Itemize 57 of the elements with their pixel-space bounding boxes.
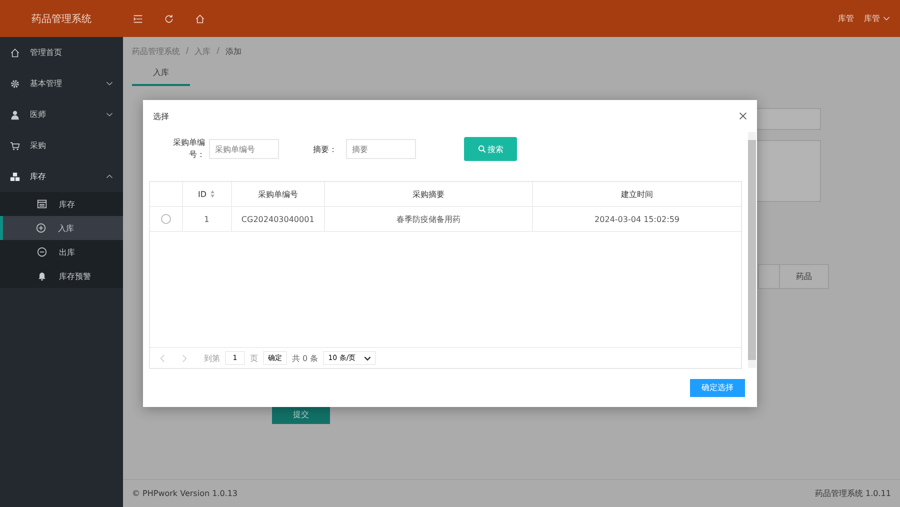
- sidebar-item[interactable]: 采购: [0, 130, 123, 161]
- page-unit-label: 页: [250, 352, 258, 364]
- cubes-icon: [10, 172, 20, 182]
- goto-label: 到第: [204, 352, 220, 364]
- home-icon: [10, 48, 20, 58]
- table-cell: 1: [182, 207, 232, 231]
- chevron-down-icon: [883, 16, 890, 21]
- filter-label: 采购单编号：: [172, 137, 205, 161]
- scrollbar[interactable]: [748, 132, 756, 368]
- chevron-down-icon[interactable]: [106, 112, 113, 117]
- home-icon[interactable]: [195, 14, 205, 24]
- sidebar-subitem[interactable]: 库存预警: [0, 264, 123, 288]
- user-menu[interactable]: 库管: [864, 13, 890, 24]
- total-count: 共 0 条: [292, 352, 318, 364]
- filter-field[interactable]: 采购单编号: [209, 139, 279, 159]
- filter-field[interactable]: 摘要: [346, 139, 416, 159]
- table-header-cell-text: 建立时间: [620, 188, 654, 200]
- bell-icon: [37, 271, 47, 281]
- table-header-cell: 药品: [779, 264, 829, 289]
- table-header-cell: 采购摘要: [325, 182, 534, 206]
- refresh-icon[interactable]: [164, 14, 174, 24]
- cart-icon: [10, 140, 20, 150]
- chevron-down-icon[interactable]: [106, 81, 113, 86]
- app-title: 药品管理系统: [30, 12, 92, 26]
- sidebar-subitem[interactable]: 入库: [0, 216, 123, 240]
- minus-circle-icon: [37, 247, 47, 257]
- chevron-down-icon: [364, 356, 371, 360]
- sidebar-item[interactable]: 医师: [0, 99, 123, 130]
- table-header-cell: 采购单编号: [232, 182, 326, 206]
- person-icon: [10, 110, 20, 120]
- settings-icon: [10, 78, 20, 88]
- menu-icon[interactable]: [133, 14, 143, 24]
- page-tab[interactable]: 入库: [132, 67, 190, 86]
- sidebar-item[interactable]: 库存: [0, 161, 123, 192]
- list-icon: [37, 199, 47, 209]
- breadcrumb-separator: /: [186, 46, 189, 57]
- breadcrumb-separator: /: [216, 46, 220, 57]
- breadcrumb-item: 添加: [225, 46, 242, 57]
- table-cell-text: 2024-03-04 15:02:59: [594, 214, 681, 226]
- table-header-cell[interactable]: ID: [182, 182, 232, 206]
- sidebar-subitem[interactable]: 出库: [0, 240, 123, 264]
- sidebar-subitem[interactable]: 库存: [0, 192, 123, 216]
- search-icon: [478, 145, 486, 153]
- radio-button[interactable]: [160, 214, 171, 224]
- dialog-title: 选择: [153, 110, 169, 122]
- version-text: © PHPwork Version 1.0.13: [132, 489, 238, 498]
- table-header-cell: [758, 264, 779, 289]
- sidebar-item[interactable]: 基本管理: [0, 68, 123, 99]
- user-menu[interactable]: 库管: [838, 13, 854, 24]
- table-cell: 春季防疫储备用药: [325, 207, 534, 231]
- sidebar-item[interactable]: 管理首页: [0, 37, 123, 68]
- close-icon[interactable]: [739, 112, 747, 120]
- table-cell: CG202403040001: [232, 207, 326, 231]
- chevron-up-icon[interactable]: [106, 174, 113, 179]
- filter-label: 摘要：: [313, 144, 337, 154]
- plus-circle-icon: [36, 223, 46, 233]
- app-version-text: 药品管理系统 1.0.11: [815, 488, 891, 499]
